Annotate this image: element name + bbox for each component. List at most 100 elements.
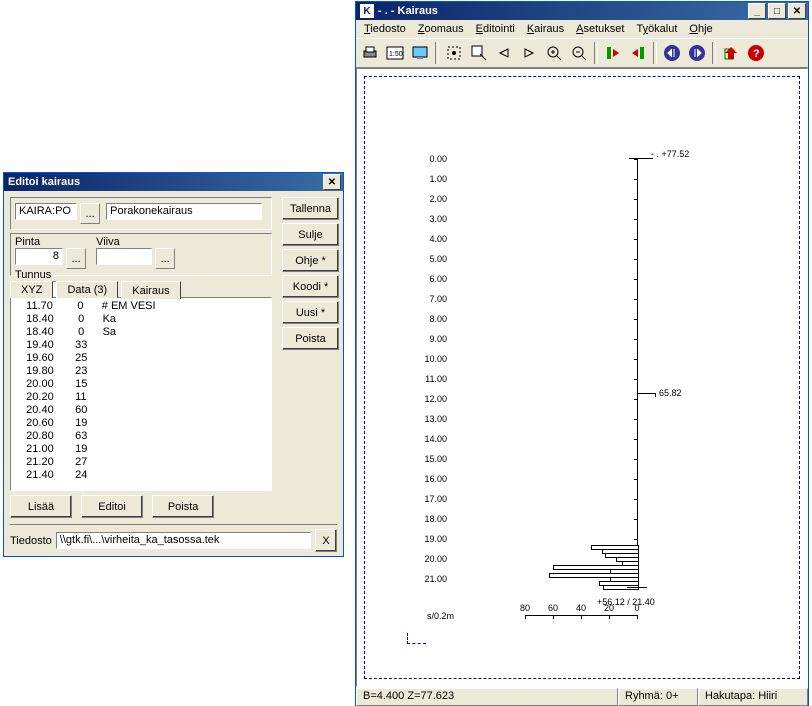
clear-file-button[interactable]: X — [315, 529, 337, 552]
list-item[interactable]: 20.40 60 — [17, 404, 271, 417]
step-forward-icon[interactable] — [685, 41, 709, 65]
list-item[interactable]: 21.20 27 — [17, 456, 271, 469]
zoom-in-icon[interactable] — [542, 41, 566, 65]
poista2-button[interactable]: Poista — [152, 495, 214, 518]
y-tick-label: 16.00 — [407, 474, 447, 484]
tiedosto-field[interactable]: \\gtk.fi\...\virheita_ka_tasossa.tek — [56, 532, 311, 549]
zoom-out-icon[interactable] — [567, 41, 591, 65]
data-listbox[interactable]: 11.70 0 # EM VESI 18.40 0 Ka 18.40 0 Sa … — [10, 297, 272, 491]
drawing-canvas[interactable]: 0.001.002.003.004.005.006.007.008.009.00… — [356, 68, 808, 687]
list-item[interactable]: 19.40 33 — [17, 339, 271, 352]
list-item[interactable]: 21.40 24 — [17, 469, 271, 482]
list-item[interactable]: 18.40 0 Sa — [17, 326, 271, 339]
y-tick-label: 0.00 — [407, 154, 447, 164]
list-item[interactable]: 20.00 15 — [17, 378, 271, 391]
menu-editointi[interactable]: Editointi — [472, 22, 519, 36]
kaira-code-field[interactable]: KAIRA:PO — [15, 203, 77, 220]
kaira-type-row: KAIRA:PO ... Porakonekairaus — [10, 197, 272, 230]
x-unit-label: s/0.2m — [427, 611, 454, 621]
y-tick-label: 3.00 — [407, 214, 447, 224]
y-tick-label: 20.00 — [407, 554, 447, 564]
list-item[interactable]: 18.40 0 Ka — [17, 313, 271, 326]
y-tick-label: 12.00 — [407, 394, 447, 404]
viiva-label: Viiva — [96, 236, 184, 248]
y-tick-label: 15.00 — [407, 454, 447, 464]
menu-tyokalut[interactable]: Työkalut — [632, 22, 681, 36]
menu-tiedosto[interactable]: Tiedosto — [360, 22, 410, 36]
help-icon[interactable]: ? — [744, 41, 768, 65]
dialog-titlebar[interactable]: Editoi kairaus ✕ — [4, 173, 343, 191]
tool-b-icon[interactable] — [626, 41, 650, 65]
menu-asetukset[interactable]: Asetukset — [572, 22, 628, 36]
list-item[interactable]: 21.00 19 — [17, 443, 271, 456]
menubar: Tiedosto Zoomaus Editointi Kairaus Asetu… — [356, 20, 808, 38]
status-hakutapa: Hakutapa: Hiiri — [698, 688, 808, 706]
params-row: Pinta 8 ... Viiva ... Tunnus ... — [10, 233, 272, 276]
close-icon[interactable]: ✕ — [323, 174, 341, 190]
zoom-extent-icon[interactable] — [442, 41, 466, 65]
poista-button[interactable]: Poista — [282, 327, 339, 350]
viiva-picker-button[interactable]: ... — [155, 248, 175, 269]
tab-xyz[interactable]: XYZ — [10, 281, 53, 298]
statusbar: B=4.400 Z=77.623 Ryhmä: 0+ Hakutapa: Hii… — [356, 687, 808, 706]
minimize-icon[interactable]: _ — [748, 3, 766, 19]
list-item[interactable]: 20.60 19 — [17, 417, 271, 430]
toolbar: 1:50 ? — [356, 38, 808, 68]
tab-data[interactable]: Data (3) — [56, 281, 118, 298]
y-tick-label: 14.00 — [407, 434, 447, 444]
editoi-button[interactable]: Editoi — [81, 495, 143, 518]
tallenna-button[interactable]: Tallenna — [282, 197, 339, 220]
next-icon[interactable] — [517, 41, 541, 65]
pinta-label: Pinta — [15, 236, 93, 248]
menu-kairaus[interactable]: Kairaus — [523, 22, 568, 36]
kairaus-main-window: K - . - Kairaus _ □ ✕ Tiedosto Zoomaus E… — [355, 1, 809, 706]
footer-row: Tiedosto \\gtk.fi\...\virheita_ka_tasoss… — [10, 524, 337, 552]
maximize-icon[interactable]: □ — [768, 3, 786, 19]
y-tick-label: 10.00 — [407, 354, 447, 364]
list-item[interactable]: 19.60 25 — [17, 352, 271, 365]
list-item[interactable]: 11.70 0 # EM VESI — [17, 300, 271, 313]
pinta-field[interactable]: 8 — [15, 248, 63, 265]
screen-icon[interactable] — [408, 41, 432, 65]
prev-icon[interactable] — [492, 41, 516, 65]
tiedosto-label: Tiedosto — [10, 535, 52, 547]
status-coords: B=4.400 Z=77.623 — [356, 688, 618, 706]
y-tick-label: 1.00 — [407, 174, 447, 184]
tab-kairaus[interactable]: Kairaus — [121, 281, 180, 299]
y-tick-label: 13.00 — [407, 414, 447, 424]
zoom-window-icon[interactable] — [467, 41, 491, 65]
koodi-button[interactable]: Koodi * — [282, 275, 339, 298]
kaira-type-field[interactable]: Porakonekairaus — [106, 203, 262, 220]
ohje-button[interactable]: Ohje * — [282, 249, 339, 272]
kaira-code-picker-button[interactable]: ... — [80, 203, 100, 224]
mid-annotation: 65.82 — [659, 388, 682, 398]
depth-chart: 0.001.002.003.004.005.006.007.008.009.00… — [407, 159, 707, 639]
y-tick-label: 11.00 — [407, 374, 447, 384]
close-icon[interactable]: ✕ — [788, 3, 806, 19]
y-tick-label: 21.00 — [407, 574, 447, 584]
step-back-icon[interactable] — [660, 41, 684, 65]
tool-a-icon[interactable] — [601, 41, 625, 65]
tabs: XYZ Data (3) Kairaus — [10, 279, 272, 297]
x-tick-label: 80 — [515, 603, 535, 613]
viiva-field[interactable] — [96, 248, 152, 265]
list-item[interactable]: 20.80 63 — [17, 430, 271, 443]
lisaa-button[interactable]: Lisää — [10, 495, 72, 518]
uusi-button[interactable]: Uusi * — [282, 301, 339, 324]
export-icon[interactable] — [719, 41, 743, 65]
y-tick-label: 6.00 — [407, 274, 447, 284]
list-item[interactable]: 20.20 11 — [17, 391, 271, 404]
menu-ohje[interactable]: Ohje — [685, 22, 716, 36]
menu-zoomaus[interactable]: Zoomaus — [414, 22, 468, 36]
scale-icon[interactable]: 1:50 — [383, 41, 407, 65]
print-icon[interactable] — [358, 41, 382, 65]
dialog-title: Editoi kairaus — [8, 176, 80, 188]
pinta-picker-button[interactable]: ... — [66, 248, 86, 269]
y-tick-label: 8.00 — [407, 314, 447, 324]
main-titlebar[interactable]: K - . - Kairaus _ □ ✕ — [356, 2, 808, 20]
y-tick-label: 9.00 — [407, 334, 447, 344]
y-tick-label: 2.00 — [407, 194, 447, 204]
sulje-button[interactable]: Sulje — [282, 223, 339, 246]
status-ryhma: Ryhmä: 0+ — [618, 688, 698, 706]
list-item[interactable]: 19.80 23 — [17, 365, 271, 378]
